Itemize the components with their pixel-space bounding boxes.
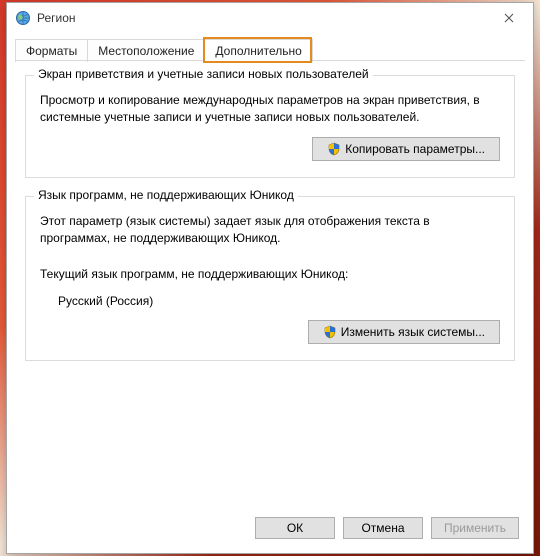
window-title: Регион xyxy=(37,11,489,25)
group-non-unicode-title: Язык программ, не поддерживающих Юникод xyxy=(34,188,298,202)
apply-button[interactable]: Применить xyxy=(431,517,519,539)
ok-button[interactable]: ОК xyxy=(255,517,335,539)
shield-icon xyxy=(327,142,341,156)
tab-strip: Форматы Местоположение Дополнительно xyxy=(7,33,533,61)
titlebar: Регион xyxy=(7,3,533,33)
group-welcome-screen: Экран приветствия и учетные записи новых… xyxy=(25,75,515,178)
region-dialog: Регион Форматы Местоположение Дополнител… xyxy=(6,2,534,554)
close-button[interactable] xyxy=(489,4,529,32)
current-language-value: Русский (Россия) xyxy=(58,293,500,310)
group-welcome-title: Экран приветствия и учетные записи новых… xyxy=(34,67,373,81)
group-non-unicode-desc: Этот параметр (язык системы) задает язык… xyxy=(40,213,500,248)
tab-content: Экран приветствия и учетные записи новых… xyxy=(7,61,533,507)
cancel-button[interactable]: Отмена xyxy=(343,517,423,539)
group-non-unicode: Язык программ, не поддерживающих Юникод … xyxy=(25,196,515,362)
current-language-label: Текущий язык программ, не поддерживающих… xyxy=(40,266,500,283)
copy-settings-label: Копировать параметры... xyxy=(345,142,485,156)
change-system-locale-button[interactable]: Изменить язык системы... xyxy=(308,320,500,344)
globe-icon xyxy=(15,10,31,26)
shield-icon xyxy=(323,325,337,339)
dialog-footer: ОК Отмена Применить xyxy=(7,507,533,553)
copy-settings-button[interactable]: Копировать параметры... xyxy=(312,137,500,161)
tab-advanced[interactable]: Дополнительно xyxy=(205,39,312,62)
group-welcome-desc: Просмотр и копирование международных пар… xyxy=(40,92,500,127)
tab-location[interactable]: Местоположение xyxy=(88,39,205,62)
change-system-locale-label: Изменить язык системы... xyxy=(341,325,485,339)
tab-formats[interactable]: Форматы xyxy=(15,39,88,62)
